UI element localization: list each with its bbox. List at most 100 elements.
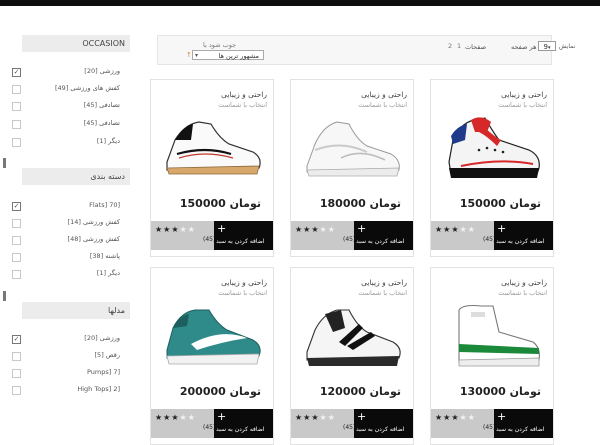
star-rating[interactable]: ★★★★★ <box>155 413 196 422</box>
star-icon[interactable]: ★ <box>295 225 303 234</box>
add-to-cart-button[interactable]: + اضافه کردن به سبد <box>354 221 413 250</box>
add-to-cart-button[interactable]: + اضافه کردن به سبد <box>354 409 413 438</box>
plus-icon: + <box>217 222 227 235</box>
product-card[interactable]: راحتی و زیبایی انتخاب با شماست 120000 توما… <box>290 267 414 445</box>
star-icon[interactable]: ★ <box>163 413 171 422</box>
star-icon[interactable]: ★ <box>328 413 336 422</box>
product-title[interactable]: راحتی و زیبایی <box>501 278 547 287</box>
star-icon[interactable]: ★ <box>295 413 303 422</box>
product-title[interactable]: راحتی و زیبایی <box>221 90 267 99</box>
product-card[interactable]: راحتی و زیبایی انتخاب با شماست 130000 توما… <box>430 267 554 445</box>
filter-option[interactable]: رقص [5] <box>12 350 120 364</box>
product-title[interactable]: راحتی و زیبایی <box>361 278 407 287</box>
add-to-cart-label: اضافه کردن به سبد <box>496 238 545 245</box>
plus-icon: + <box>217 410 227 423</box>
add-to-cart-button[interactable]: + اضافه کردن به سبد <box>494 221 553 250</box>
star-icon[interactable]: ★ <box>155 413 163 422</box>
star-icon[interactable]: ★ <box>188 225 196 234</box>
checkbox[interactable]: ✓ <box>12 68 21 77</box>
checkbox[interactable]: ✓ <box>12 335 21 344</box>
per-page-select[interactable]: 9▾ <box>538 41 556 51</box>
star-icon[interactable]: ★ <box>311 413 319 422</box>
add-to-cart-button[interactable]: + اضافه کردن به سبد <box>214 221 273 250</box>
filter-option[interactable]: ✓ Flats] 70] <box>12 200 120 214</box>
filter-section-occasion-title: OCCASION <box>22 35 130 52</box>
filter-option[interactable]: تصادفی [45] <box>12 118 120 132</box>
star-icon[interactable]: ★ <box>180 413 188 422</box>
checkbox[interactable] <box>12 352 21 361</box>
shoe-image[interactable] <box>301 298 405 378</box>
shoe-image[interactable] <box>161 298 265 378</box>
filter-option[interactable]: کفش ورزشی [14] <box>12 217 120 231</box>
star-icon[interactable]: ★ <box>171 225 179 234</box>
filter-option[interactable]: ✓ ورزشی [20] <box>12 66 120 80</box>
filter-option[interactable]: کفش ورزشی [48] <box>12 234 120 248</box>
filter-option[interactable]: High Tops] 2] <box>12 384 120 398</box>
sort-select[interactable]: ▾ مشهور ترین ها <box>192 50 264 60</box>
star-icon[interactable]: ★ <box>443 413 451 422</box>
page-link-1[interactable]: 1 <box>457 42 461 50</box>
filter-option[interactable]: پاشنه [38] <box>12 251 120 265</box>
product-subtitle: انتخاب با شماست <box>218 289 267 297</box>
add-to-cart-label: اضافه کردن به سبد <box>356 238 405 245</box>
star-icon[interactable]: ★ <box>155 225 163 234</box>
star-icon[interactable]: ★ <box>435 225 443 234</box>
page-link-2[interactable]: 2 <box>448 42 452 50</box>
star-icon[interactable]: ★ <box>451 413 459 422</box>
filter-option[interactable]: کفش های ورزشی [49] <box>12 83 120 97</box>
star-rating[interactable]: ★★★★★ <box>295 225 336 234</box>
checkbox[interactable] <box>12 120 21 129</box>
filter-option[interactable]: ✓ ورزشی [20] <box>12 333 120 347</box>
per-page-label: هر صفحه <box>511 43 537 51</box>
checkbox[interactable] <box>12 386 21 395</box>
star-icon[interactable]: ★ <box>435 413 443 422</box>
star-rating[interactable]: ★★★★★ <box>155 225 196 234</box>
star-icon[interactable]: ★ <box>328 225 336 234</box>
add-to-cart-button[interactable]: + اضافه کردن به سبد <box>214 409 273 438</box>
checkbox[interactable] <box>12 102 21 111</box>
product-title[interactable]: راحتی و زیبایی <box>361 90 407 99</box>
product-title[interactable]: راحتی و زیبایی <box>221 278 267 287</box>
product-title[interactable]: راحتی و زیبایی <box>501 90 547 99</box>
product-card[interactable]: راحتی و زیبایی انتخاب با شماست 200000 توما… <box>150 267 274 445</box>
star-icon[interactable]: ★ <box>468 413 476 422</box>
star-icon[interactable]: ★ <box>171 413 179 422</box>
product-card[interactable]: راحتی و زیبایی انتخاب با شماست 150000 توما… <box>430 79 554 257</box>
star-icon[interactable]: ★ <box>311 225 319 234</box>
plus-icon: + <box>497 222 507 235</box>
star-icon[interactable]: ★ <box>180 225 188 234</box>
star-icon[interactable]: ★ <box>460 225 468 234</box>
filter-option[interactable]: دیگر [1] <box>12 268 120 282</box>
add-to-cart-button[interactable]: + اضافه کردن به سبد <box>494 409 553 438</box>
shoe-image[interactable] <box>161 110 265 190</box>
filter-option[interactable]: تصادفی [45] <box>12 100 120 114</box>
star-icon[interactable]: ★ <box>320 413 328 422</box>
star-icon[interactable]: ★ <box>188 413 196 422</box>
product-price: 150000 تومان <box>179 197 261 210</box>
checkbox[interactable] <box>12 236 21 245</box>
filter-option[interactable]: Pumps] 7] <box>12 367 120 381</box>
star-icon[interactable]: ★ <box>468 225 476 234</box>
star-icon[interactable]: ★ <box>303 413 311 422</box>
star-rating[interactable]: ★★★★★ <box>435 413 476 422</box>
checkbox[interactable] <box>12 253 21 262</box>
product-card[interactable]: راحتی و زیبایی انتخاب با شماست 180000 توما… <box>290 79 414 257</box>
checkbox[interactable] <box>12 138 21 147</box>
star-icon[interactable]: ★ <box>320 225 328 234</box>
sort-direction-icon[interactable]: ↑ <box>186 51 192 59</box>
checkbox[interactable]: ✓ <box>12 202 21 211</box>
shoe-image[interactable] <box>301 110 405 190</box>
star-icon[interactable]: ★ <box>451 225 459 234</box>
product-card[interactable]: راحتی و زیبایی انتخاب با شماست 150000 توما… <box>150 79 274 257</box>
star-rating[interactable]: ★★★★★ <box>435 225 476 234</box>
product-price: 130000 تومان <box>459 385 541 398</box>
checkbox[interactable] <box>12 270 21 279</box>
shoe-image[interactable] <box>441 298 545 378</box>
checkbox[interactable] <box>12 369 21 378</box>
filter-option[interactable]: دیگر [1] <box>12 136 120 150</box>
star-icon[interactable]: ★ <box>460 413 468 422</box>
shoe-image[interactable] <box>441 110 545 190</box>
star-rating[interactable]: ★★★★★ <box>295 413 336 422</box>
checkbox[interactable] <box>12 219 21 228</box>
checkbox[interactable] <box>12 85 21 94</box>
